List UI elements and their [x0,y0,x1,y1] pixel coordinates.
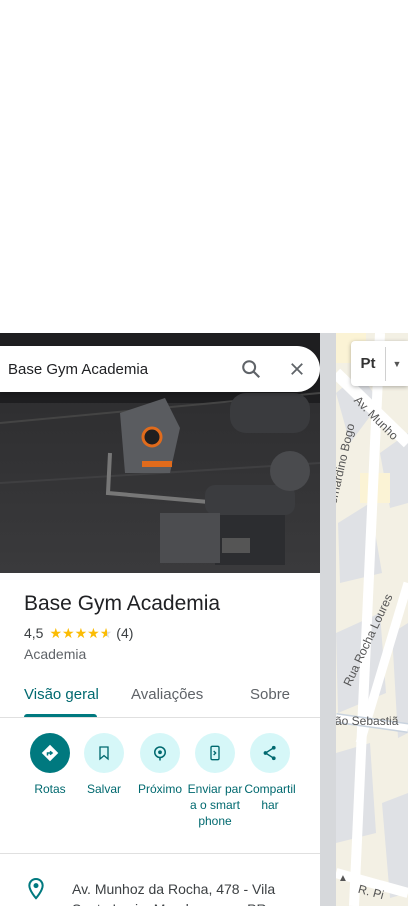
section-divider [0,853,320,854]
share-icon [250,733,290,773]
action-label: Enviar para o smartphone [187,782,243,828]
star-icon: ★ [74,625,88,641]
address-text: Av. Munhoz da Rocha, 478 - Vila Santa Lu… [72,881,276,906]
directions-icon [30,733,70,773]
directions-button[interactable]: Rotas [19,733,81,797]
blank-area [0,0,408,333]
nearby-icon [140,733,180,773]
navigation-arrow-icon: ▲ [338,873,348,884]
review-count[interactable]: (4) [116,625,133,641]
star-icon: ★ [87,625,100,641]
tab-reviews[interactable]: Avaliações [131,686,203,703]
location-pin-icon [26,877,46,906]
rating-value: 4,5 [24,625,44,641]
action-label: Rotas [34,782,66,796]
chevron-down-icon[interactable]: ▼ [386,359,408,369]
tab-about[interactable]: Sobre [250,686,290,703]
address-row[interactable]: Av. Munhoz da Rocha, 478 - Vila Santa Lu… [0,869,320,906]
save-button[interactable]: Salvar [73,733,135,797]
layer-label: Pt [360,355,376,372]
send-to-phone-icon [195,733,235,773]
send-to-phone-button[interactable]: Enviar para o smartphone [184,733,246,829]
language-layer-button[interactable]: Pt ▼ [351,341,408,386]
search-input[interactable]: Base Gym Academia [0,361,228,378]
tab-bar: Visão geral Avaliações Sobre [0,678,320,718]
place-title: Base Gym Academia [24,592,221,615]
rating-stars: ★ ★ ★ ★ ★ [49,626,112,640]
search-box[interactable]: Base Gym Academia [0,346,320,392]
share-button[interactable]: Compartilhar [239,733,301,813]
search-icon[interactable] [228,346,274,392]
bookmark-icon [84,733,124,773]
action-label: Compartilhar [244,782,296,812]
place-panel: Base Gym Academia Base Gym Academia 4,5 … [0,333,320,906]
half-star-icon: ★ [99,625,113,641]
place-category[interactable]: Academia [24,646,86,662]
active-tab-indicator [24,714,97,717]
star-icon: ★ [62,625,75,641]
panel-resize-handle[interactable] [320,333,336,906]
rating-row[interactable]: 4,5 ★ ★ ★ ★ ★ (4) [24,625,133,641]
action-label: Próximo [137,782,182,796]
action-buttons: Rotas Salvar Próximo Enviar para o smart… [0,733,320,843]
star-icon: ★ [49,625,63,641]
tab-overview[interactable]: Visão geral [24,686,99,703]
nearby-button[interactable]: Próximo [129,733,191,797]
action-label: Salvar [86,782,121,796]
street-label-sao-sebastiao: ão Sebastiã [335,714,399,728]
close-icon[interactable] [274,346,320,392]
